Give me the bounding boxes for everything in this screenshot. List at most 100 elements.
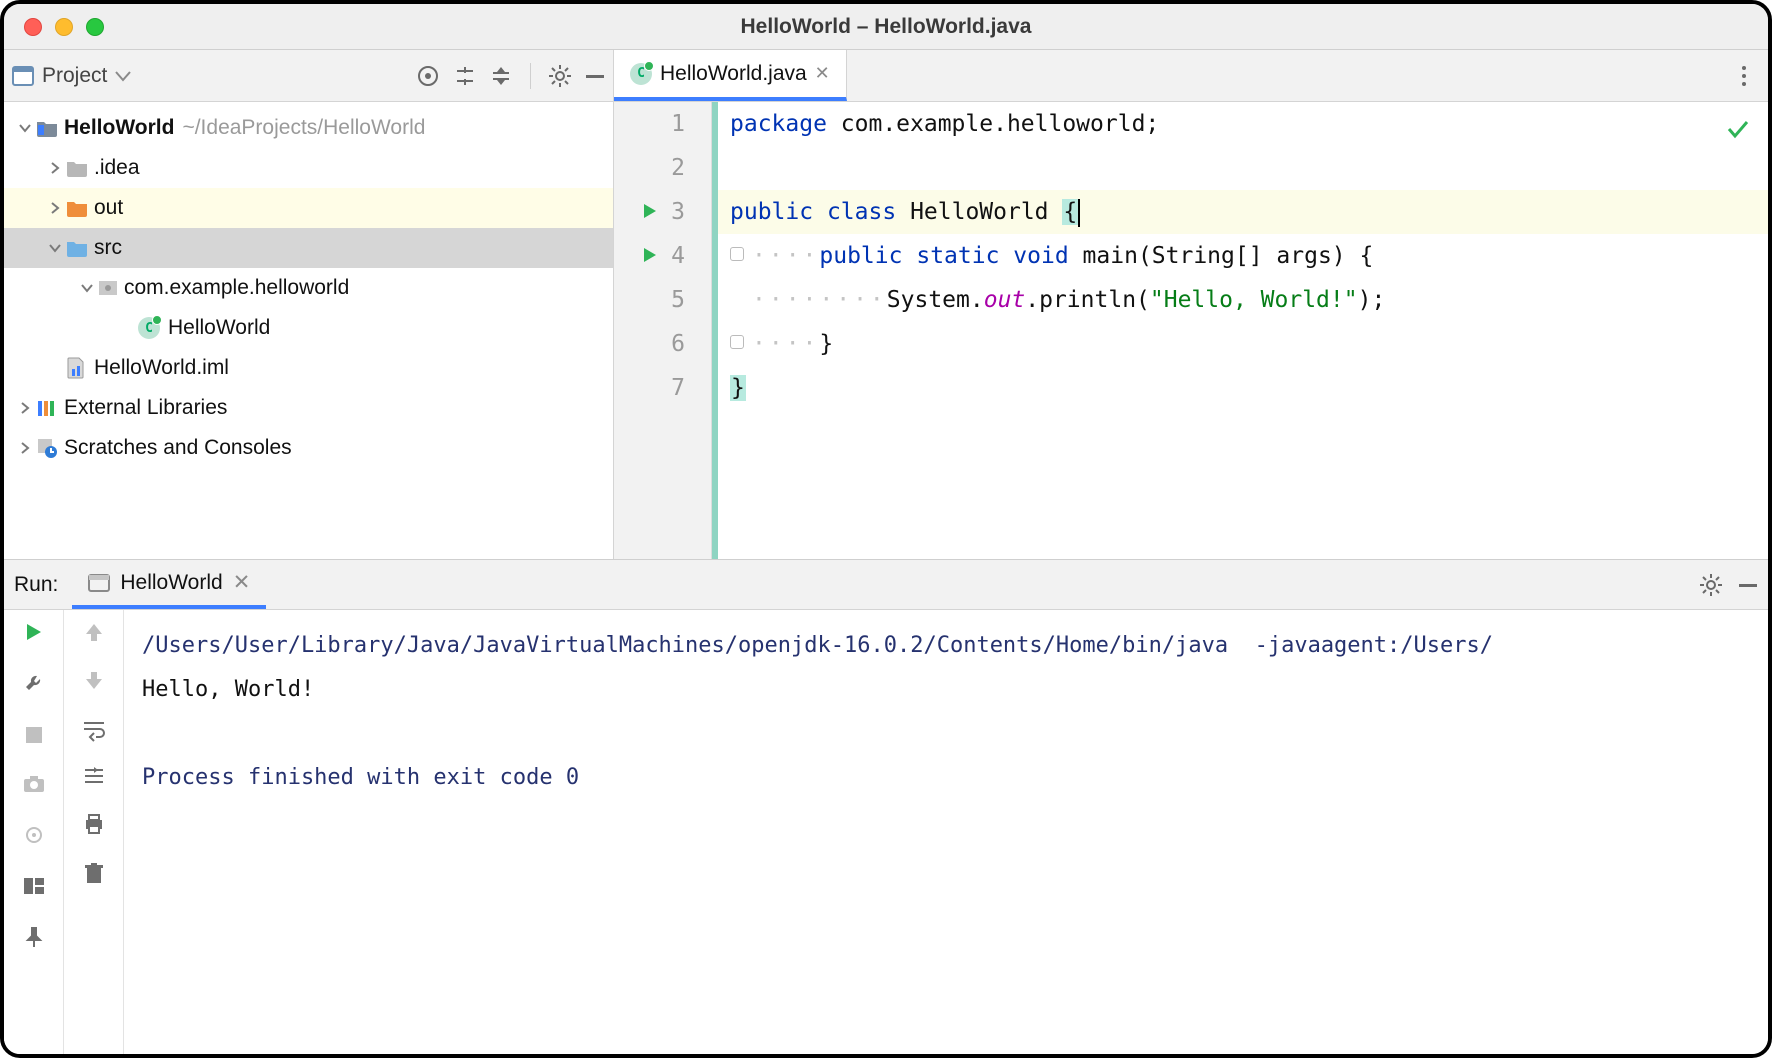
- line-number: 7: [667, 366, 685, 410]
- run-left-toolbar: [4, 610, 64, 1054]
- project-view-dropdown-icon[interactable]: [115, 70, 131, 82]
- console-line: Process finished with exit code 0: [142, 765, 579, 790]
- chevron-right-icon[interactable]: [44, 161, 66, 175]
- tree-item-class[interactable]: C HelloWorld: [4, 308, 613, 348]
- window-title: HelloWorld – HelloWorld.java: [4, 15, 1768, 39]
- hide-panel-icon[interactable]: [1738, 575, 1758, 595]
- editor-tab[interactable]: C HelloWorld.java ✕: [614, 50, 847, 101]
- project-tool-window: Project: [4, 50, 614, 559]
- tree-item-iml[interactable]: HelloWorld.iml: [4, 348, 613, 388]
- line-number: 1: [667, 102, 685, 146]
- run-config-name: HelloWorld: [120, 571, 222, 595]
- tree-item-label: External Libraries: [64, 396, 227, 420]
- up-arrow-icon[interactable]: [85, 622, 103, 647]
- chevron-right-icon[interactable]: [14, 441, 36, 455]
- gear-icon[interactable]: [549, 65, 571, 87]
- editor-area: C HelloWorld.java ✕ 1 2 3 4 5 6 7: [614, 50, 1768, 559]
- editor-more-icon[interactable]: [1720, 50, 1768, 101]
- expand-all-icon[interactable]: [454, 65, 476, 87]
- libraries-icon: [36, 398, 58, 418]
- ide-window: HelloWorld – HelloWorld.java Project: [0, 0, 1772, 1058]
- iml-file-icon: [66, 357, 86, 379]
- source-folder-icon: [66, 239, 88, 257]
- close-window-button[interactable]: [24, 18, 42, 36]
- chevron-right-icon[interactable]: [14, 401, 36, 415]
- project-tool-header: Project: [4, 50, 613, 102]
- close-tab-icon[interactable]: ✕: [815, 63, 830, 84]
- tree-item-label: out: [94, 196, 123, 220]
- tree-item-idea[interactable]: .idea: [4, 148, 613, 188]
- excluded-folder-icon: [66, 199, 88, 217]
- gear-icon[interactable]: [1700, 574, 1722, 596]
- tree-item-label: Scratches and Consoles: [64, 436, 292, 460]
- camera-icon[interactable]: [23, 775, 45, 798]
- run-config-tab[interactable]: HelloWorld ✕: [72, 560, 266, 609]
- chevron-down-icon[interactable]: [76, 281, 98, 295]
- run-config-icon: [88, 574, 110, 592]
- folder-icon: [66, 159, 88, 177]
- stop-icon[interactable]: [25, 726, 43, 749]
- main-area: Project: [4, 50, 1768, 559]
- project-tool-title[interactable]: Project: [42, 64, 107, 88]
- tree-item-package[interactable]: com.example.helloworld: [4, 268, 613, 308]
- console-line: Hello, World!: [142, 677, 314, 702]
- zoom-window-button[interactable]: [86, 18, 104, 36]
- tree-item-label: HelloWorld.iml: [94, 356, 229, 380]
- editor-tab-label: HelloWorld.java: [660, 62, 807, 86]
- chevron-right-icon[interactable]: [44, 201, 66, 215]
- tree-root-path: ~/IdeaProjects/HelloWorld: [182, 116, 425, 140]
- scratches-icon: [36, 437, 58, 459]
- window-controls: [4, 18, 104, 36]
- chevron-down-icon[interactable]: [44, 241, 66, 255]
- debug-icon[interactable]: [23, 824, 45, 851]
- trash-icon[interactable]: [84, 863, 104, 890]
- pin-icon[interactable]: [24, 926, 44, 953]
- collapse-all-icon[interactable]: [490, 65, 512, 87]
- tree-item-label: HelloWorld: [168, 316, 270, 340]
- java-class-icon: C: [138, 317, 160, 339]
- tree-item-label: com.example.helloworld: [124, 276, 349, 300]
- console-output[interactable]: /Users/User/Library/Java/JavaVirtualMach…: [124, 610, 1768, 1054]
- project-view-icon: [12, 66, 34, 86]
- editor-tabbar: C HelloWorld.java ✕: [614, 50, 1768, 102]
- soft-wrap-icon[interactable]: [82, 720, 106, 743]
- scroll-to-end-icon[interactable]: [83, 767, 105, 790]
- run-body: /Users/User/Library/Java/JavaVirtualMach…: [4, 610, 1768, 1054]
- run-tool-window: Run: HelloWorld ✕: [4, 559, 1768, 1054]
- tree-root-name: HelloWorld: [64, 116, 174, 140]
- run-label: Run:: [14, 573, 58, 597]
- down-arrow-icon[interactable]: [85, 671, 103, 696]
- tree-item-out[interactable]: out: [4, 188, 613, 228]
- rerun-icon[interactable]: [25, 622, 43, 647]
- java-class-icon: C: [630, 63, 652, 85]
- module-folder-icon: [36, 119, 58, 137]
- editor-gutter[interactable]: 1 2 3 4 5 6 7: [614, 102, 712, 559]
- run-gutter-icon[interactable]: [643, 190, 657, 234]
- print-icon[interactable]: [83, 814, 105, 839]
- titlebar[interactable]: HelloWorld – HelloWorld.java: [4, 4, 1768, 50]
- run-gutter-icon[interactable]: [643, 234, 657, 278]
- code-content[interactable]: package com.example.helloworld; public c…: [718, 102, 1768, 559]
- tree-item-label: .idea: [94, 156, 140, 180]
- wrench-icon[interactable]: [23, 673, 45, 700]
- chevron-down-icon[interactable]: [14, 121, 36, 135]
- tree-item-external-libraries[interactable]: External Libraries: [4, 388, 613, 428]
- select-opened-file-icon[interactable]: [416, 64, 440, 88]
- tree-item-src[interactable]: src: [4, 228, 613, 268]
- code-editor[interactable]: 1 2 3 4 5 6 7 package com.example.hellow…: [614, 102, 1768, 559]
- line-number: 5: [667, 278, 685, 322]
- minimize-window-button[interactable]: [55, 18, 73, 36]
- line-number: 4: [667, 234, 685, 278]
- text-caret: [1078, 199, 1080, 227]
- tree-item-scratches[interactable]: Scratches and Consoles: [4, 428, 613, 468]
- fold-indicator-icon[interactable]: [730, 335, 744, 349]
- package-icon: [98, 280, 118, 296]
- project-tree[interactable]: HelloWorld ~/IdeaProjects/HelloWorld .id…: [4, 102, 613, 468]
- close-run-tab-icon[interactable]: ✕: [233, 570, 251, 595]
- hide-panel-icon[interactable]: [585, 66, 605, 86]
- layout-icon[interactable]: [23, 877, 45, 900]
- tree-root[interactable]: HelloWorld ~/IdeaProjects/HelloWorld: [4, 108, 613, 148]
- line-number: 3: [667, 190, 685, 234]
- fold-indicator-icon[interactable]: [730, 247, 744, 261]
- separator: [530, 63, 531, 89]
